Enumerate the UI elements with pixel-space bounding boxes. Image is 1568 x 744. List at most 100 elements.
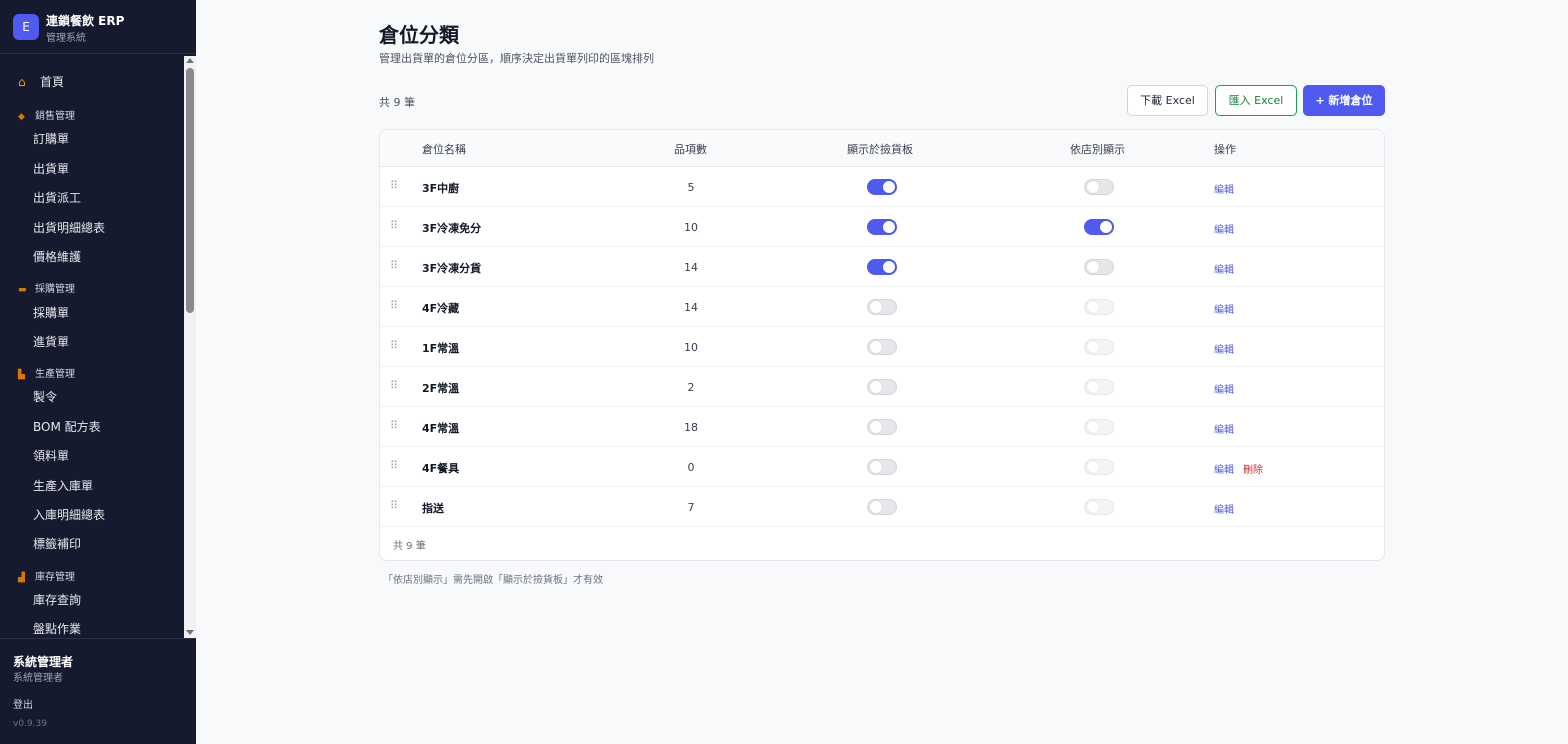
sidebar-item-label-reprint[interactable]: 標籤補印 (33, 535, 81, 552)
drag-handle-icon[interactable]: ⠿ (390, 299, 398, 312)
edit-link[interactable]: 編輯 (1214, 421, 1234, 436)
home-icon: ⌂ (18, 75, 26, 89)
sidebar-item-label: 首頁 (40, 75, 65, 89)
edit-link[interactable]: 編輯 (1214, 261, 1234, 276)
drag-handle-icon[interactable]: ⠿ (390, 419, 398, 432)
nav-group-label: 庫存管理 (35, 572, 75, 583)
show-on-picking-board-toggle[interactable] (867, 299, 897, 315)
sidebar-item-work-orders[interactable]: 製令 (33, 388, 57, 405)
item-count: 5 (687, 181, 695, 194)
show-on-picking-board-toggle[interactable] (867, 219, 897, 235)
table-footer-count: 共 9 筆 (393, 541, 426, 552)
sidebar-item-stock-query[interactable]: 庫存查詢 (33, 591, 81, 608)
warehouse-icon: ▟ (18, 573, 25, 583)
logout-link[interactable]: 登出 (13, 696, 33, 711)
show-by-store-toggle[interactable] (1084, 459, 1114, 475)
scroll-down-arrow-icon[interactable] (186, 630, 194, 635)
sidebar-item-pricing[interactable]: 價格維護 (33, 248, 81, 265)
show-by-store-toggle[interactable] (1084, 259, 1114, 275)
sidebar-item-receipt-detail[interactable]: 入庫明細總表 (33, 506, 105, 523)
drag-handle-icon[interactable]: ⠿ (390, 459, 398, 472)
edit-link[interactable]: 編輯 (1214, 381, 1234, 396)
table-row: ⠿ 3F冷凍分貨 14 編輯 (380, 247, 1384, 287)
header-actions: 操作 (1214, 143, 1236, 156)
table-row: ⠿ 3F中廚 5 編輯 (380, 167, 1384, 207)
nav-group-purchasing: ▬ 採購管理 (18, 280, 75, 295)
show-on-picking-board-toggle[interactable] (867, 379, 897, 395)
table-row: ⠿ 1F常溫 10 編輯 (380, 327, 1384, 367)
scroll-up-arrow-icon[interactable] (186, 58, 194, 63)
brand-title: 連鎖餐飲 ERP (46, 14, 125, 28)
show-by-store-toggle[interactable] (1084, 179, 1114, 195)
table-header: 倉位名稱 品項數 顯示於撿貨板 依店別顯示 操作 (380, 130, 1384, 167)
location-name: 4F常溫 (422, 422, 460, 435)
brand-logo: E (13, 14, 39, 40)
add-location-button[interactable]: + 新增倉位 (1303, 85, 1385, 116)
sidebar-item-material-requisition[interactable]: 領料單 (33, 447, 69, 464)
import-excel-button[interactable]: 匯入 Excel (1215, 85, 1297, 116)
show-on-picking-board-toggle[interactable] (867, 459, 897, 475)
show-on-picking-board-toggle[interactable] (867, 499, 897, 515)
drag-handle-icon[interactable]: ⠿ (390, 179, 398, 192)
edit-link[interactable]: 編輯 (1214, 301, 1234, 316)
nav-group-label: 生產管理 (35, 369, 75, 380)
sidebar-scrollbar[interactable] (184, 56, 196, 638)
sidebar: E 連鎖餐飲 ERP 管理系統 ⌂ 首頁 ◆ 銷售管理 訂購單 出貨單 出貨派工 出… (0, 0, 196, 744)
show-on-picking-board-toggle[interactable] (867, 259, 897, 275)
drag-handle-icon[interactable]: ⠿ (390, 379, 398, 392)
show-by-store-toggle[interactable] (1084, 419, 1114, 435)
show-by-store-toggle[interactable] (1084, 379, 1114, 395)
drag-handle-icon[interactable]: ⠿ (390, 259, 398, 272)
drag-handle-icon[interactable]: ⠿ (390, 219, 398, 232)
user-role: 系統管理者 (13, 673, 63, 684)
table-row: ⠿ 4F常溫 18 編輯 (380, 407, 1384, 447)
sidebar-item-home[interactable]: ⌂ 首頁 (18, 73, 64, 90)
show-by-store-toggle[interactable] (1084, 299, 1114, 315)
download-excel-button[interactable]: 下載 Excel (1127, 85, 1208, 116)
table-row: ⠿ 指送 7 編輯 (380, 487, 1384, 527)
edit-link[interactable]: 編輯 (1214, 221, 1234, 236)
location-name: 指送 (422, 502, 444, 515)
app-version: v0.9.39 (13, 719, 47, 729)
page-description: 管理出貨單的倉位分區，順序決定出貨單列印的區塊排列 (379, 52, 654, 65)
show-on-picking-board-toggle[interactable] (867, 339, 897, 355)
delete-link[interactable]: 刪除 (1243, 461, 1263, 476)
truck-icon: ▬ (18, 285, 27, 295)
sidebar-item-dispatch[interactable]: 出貨派工 (33, 189, 81, 206)
edit-link[interactable]: 編輯 (1214, 341, 1234, 356)
location-table: 倉位名稱 品項數 顯示於撿貨板 依店別顯示 操作 ⠿ 3F中廚 5 編輯 ⠿ 3F冷凍免分… (379, 129, 1385, 561)
location-name: 3F冷凍免分 (422, 222, 482, 235)
box-icon: ◆ (18, 112, 25, 122)
show-on-picking-board-toggle[interactable] (867, 419, 897, 435)
edit-link[interactable]: 編輯 (1214, 461, 1234, 476)
sidebar-item-purchase-orders[interactable]: 採購單 (33, 304, 69, 321)
drag-handle-icon[interactable]: ⠿ (390, 339, 398, 352)
item-count: 14 (684, 261, 698, 274)
item-count: 14 (684, 301, 698, 314)
edit-link[interactable]: 編輯 (1214, 501, 1234, 516)
show-by-store-toggle[interactable] (1084, 219, 1114, 235)
location-name: 2F常溫 (422, 382, 460, 395)
sidebar-item-shipment-detail[interactable]: 出貨明細總表 (33, 219, 105, 236)
header-count: 品項數 (674, 143, 707, 156)
location-name: 3F冷凍分貨 (422, 262, 482, 275)
sidebar-item-orders[interactable]: 訂購單 (33, 130, 69, 147)
scrollbar-thumb[interactable] (186, 68, 194, 313)
location-name: 4F冷藏 (422, 302, 460, 315)
drag-handle-icon[interactable]: ⠿ (390, 499, 398, 512)
show-by-store-toggle[interactable] (1084, 339, 1114, 355)
show-on-picking-board-toggle[interactable] (867, 179, 897, 195)
show-by-store-toggle[interactable] (1084, 499, 1114, 515)
sidebar-item-stocktake[interactable]: 盤點作業 (33, 620, 81, 637)
sidebar-item-production-receipt[interactable]: 生產入庫單 (33, 477, 93, 494)
sidebar-item-shipments[interactable]: 出貨單 (33, 160, 69, 177)
edit-link[interactable]: 編輯 (1214, 181, 1234, 196)
page-title: 倉位分類 (379, 23, 459, 47)
nav-group-production: ▙ 生產管理 (18, 365, 75, 380)
nav-group-label: 採購管理 (35, 284, 75, 295)
sidebar-item-bom[interactable]: BOM 配方表 (33, 418, 101, 435)
header-name: 倉位名稱 (422, 143, 466, 156)
sidebar-item-receiving[interactable]: 進貨單 (33, 333, 69, 350)
nav-group-sales: ◆ 銷售管理 (18, 107, 75, 122)
table-row: ⠿ 4F餐具 0 編輯 刪除 (380, 447, 1384, 487)
